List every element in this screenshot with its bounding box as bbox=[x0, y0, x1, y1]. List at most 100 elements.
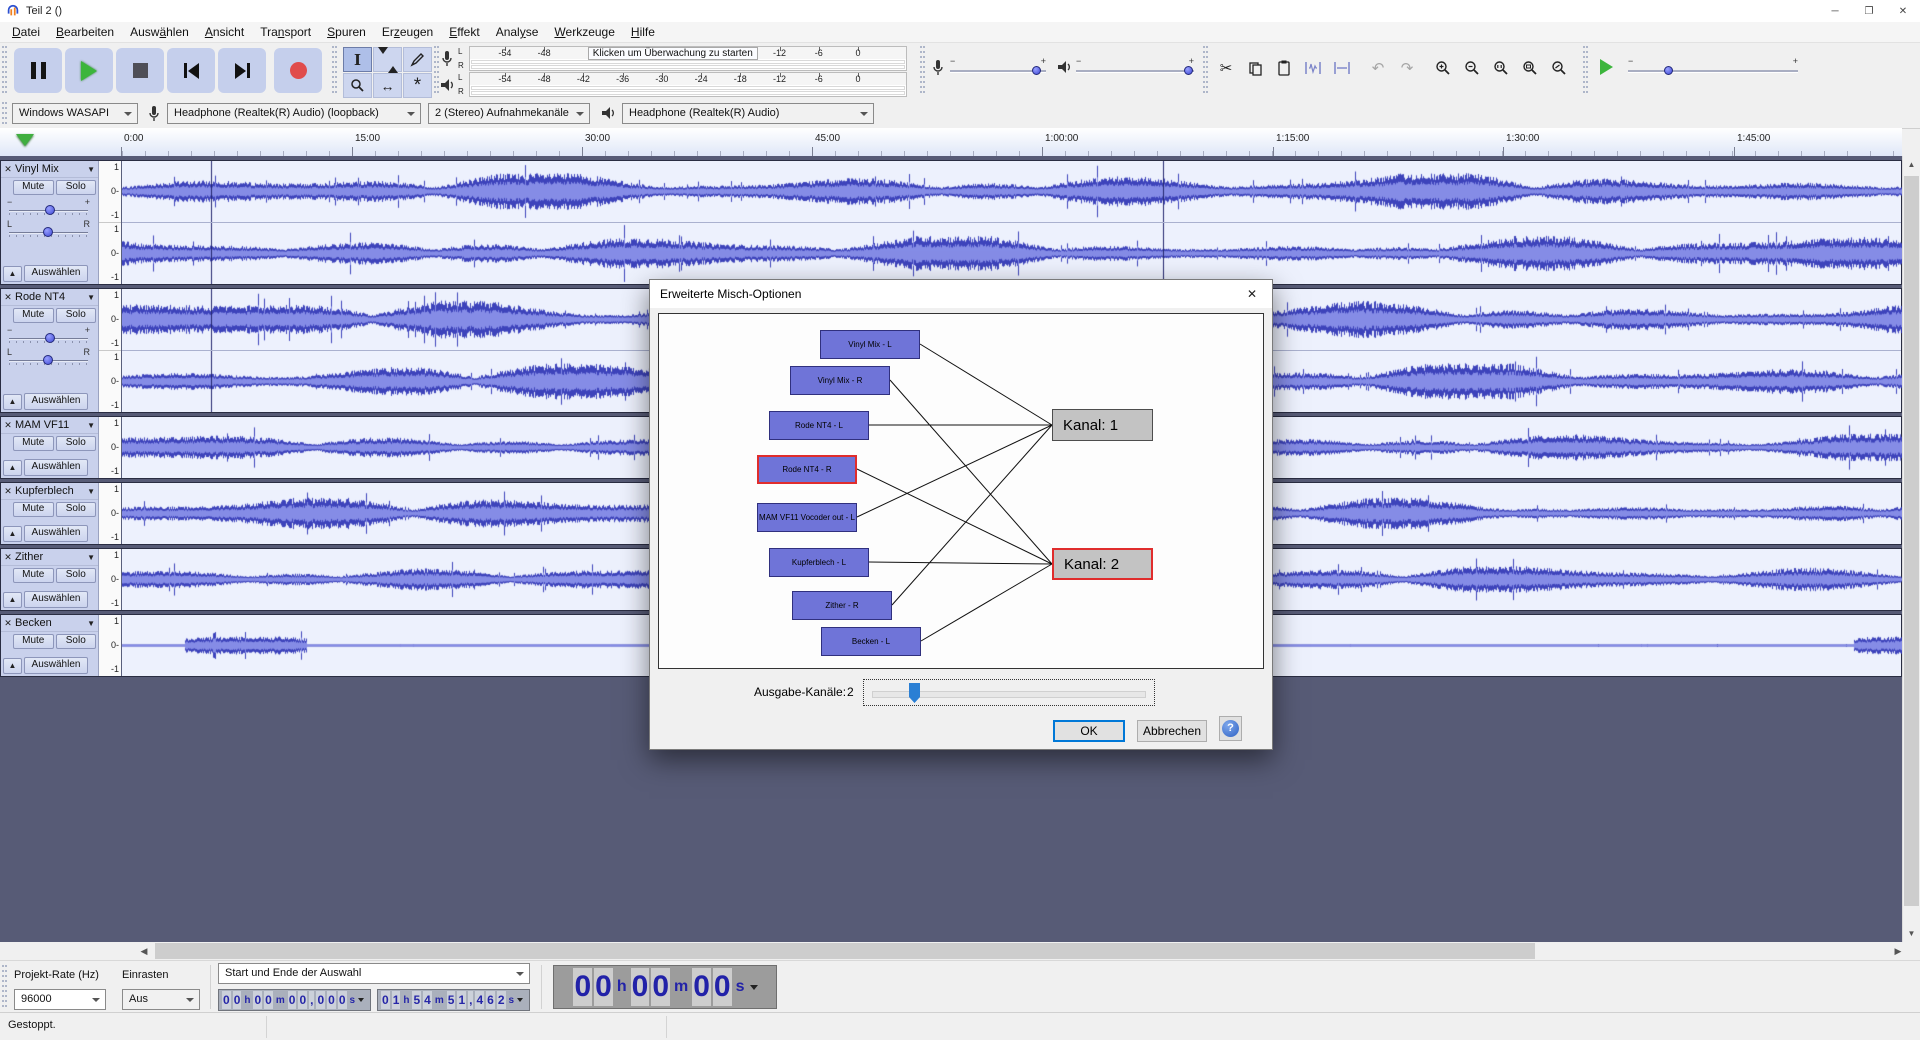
time-digit[interactable]: s bbox=[350, 995, 356, 1006]
draw-tool-button[interactable] bbox=[403, 47, 432, 72]
help-button[interactable]: ? bbox=[1219, 716, 1242, 741]
playback-volume-thumb[interactable] bbox=[1184, 66, 1193, 75]
stop-button[interactable] bbox=[116, 48, 164, 93]
time-digit[interactable]: s bbox=[736, 978, 745, 996]
minimize-button[interactable]: ─ bbox=[1818, 0, 1852, 22]
zoom-in-button[interactable] bbox=[1430, 56, 1456, 80]
horizontal-scrollbar[interactable]: ◀ ▶ bbox=[0, 942, 1920, 960]
vertical-scroll-thumb[interactable] bbox=[1904, 176, 1919, 906]
vertical-ruler[interactable]: 10--110--1 bbox=[99, 161, 122, 284]
recording-meter[interactable]: LR -54-48-12-60 Klicken um Überwachung z… bbox=[436, 46, 907, 71]
time-digit[interactable]: 1 bbox=[457, 991, 466, 1009]
close-track-button[interactable]: ✕ bbox=[1, 164, 15, 175]
vertical-ruler[interactable]: 10--1 bbox=[99, 549, 122, 610]
track-node-6[interactable]: Kupferblech - L bbox=[769, 548, 869, 577]
collapse-track-button[interactable]: ▲ bbox=[3, 394, 22, 410]
play-button[interactable] bbox=[65, 48, 113, 93]
collapse-track-button[interactable]: ▲ bbox=[3, 526, 22, 542]
time-digit[interactable]: h bbox=[244, 995, 250, 1006]
silence-audio-button[interactable] bbox=[1329, 56, 1355, 80]
menu-item-werkzeuge[interactable]: Werkzeuge bbox=[546, 23, 622, 41]
time-digit[interactable]: s bbox=[509, 995, 515, 1006]
collapse-track-button[interactable]: ▲ bbox=[3, 592, 22, 608]
close-button[interactable]: ✕ bbox=[1886, 0, 1920, 22]
time-shift-tool-button[interactable]: ↔ bbox=[373, 73, 402, 98]
time-digit[interactable]: 0 bbox=[573, 968, 592, 1006]
pan-slider[interactable]: LR bbox=[7, 219, 90, 240]
output-channels-slider[interactable] bbox=[863, 679, 1155, 706]
selection-end-time[interactable]: 01h54m51,462s bbox=[377, 989, 530, 1011]
track-name[interactable]: Becken bbox=[15, 617, 87, 629]
channel-node-1[interactable]: Kanal: 1 bbox=[1052, 409, 1153, 441]
zoom-out-button[interactable] bbox=[1459, 56, 1485, 80]
cut-button[interactable]: ✂ bbox=[1213, 56, 1239, 80]
playhead-pin-icon[interactable] bbox=[16, 134, 34, 146]
gain-thumb[interactable] bbox=[45, 205, 55, 215]
track-name[interactable]: Zither bbox=[15, 551, 87, 563]
dialog-title-bar[interactable]: Erweiterte Misch-Optionen ✕ bbox=[650, 280, 1272, 308]
playback-meter[interactable]: LR -54-48-42-36-30-24-18-12-60 bbox=[436, 72, 907, 97]
vertical-ruler[interactable]: 10--1 bbox=[99, 483, 122, 544]
select-track-button[interactable]: Auswählen bbox=[24, 459, 88, 476]
track-control-panel[interactable]: ✕MAM VF11▼MuteSolo▲Auswählen bbox=[1, 417, 99, 478]
track-name[interactable]: Vinyl Mix bbox=[15, 163, 87, 175]
project-rate-select[interactable]: 96000 bbox=[14, 989, 106, 1010]
vertical-ruler[interactable]: 10--1 bbox=[99, 615, 122, 676]
select-track-button[interactable]: Auswählen bbox=[24, 265, 88, 282]
solo-button[interactable]: Solo bbox=[56, 568, 97, 583]
menu-item-ansicht[interactable]: Ansicht bbox=[197, 23, 252, 41]
time-digit[interactable]: 0 bbox=[316, 991, 325, 1009]
track-menu-chevron-icon[interactable]: ▼ bbox=[87, 487, 98, 496]
gain-slider[interactable]: −+ bbox=[7, 197, 90, 218]
pan-thumb[interactable] bbox=[43, 355, 53, 365]
pan-slider[interactable]: LR bbox=[7, 347, 90, 368]
channel-node-2[interactable]: Kanal: 2 bbox=[1052, 548, 1153, 580]
waveform-canvas[interactable] bbox=[122, 161, 1902, 222]
time-digit[interactable]: 0 bbox=[264, 991, 273, 1009]
time-digit[interactable]: 2 bbox=[497, 991, 506, 1009]
menu-item-datei[interactable]: Datei bbox=[4, 23, 48, 41]
audio-position-time[interactable]: 00h00m00s bbox=[553, 965, 777, 1009]
time-digit[interactable]: 0 bbox=[253, 991, 262, 1009]
mute-button[interactable]: Mute bbox=[13, 436, 54, 451]
track-control-panel[interactable]: ✕Zither▼MuteSolo▲Auswählen bbox=[1, 549, 99, 610]
toolbar-grip[interactable] bbox=[920, 46, 926, 96]
ok-button[interactable]: OK bbox=[1053, 720, 1125, 742]
menu-item-auswählen[interactable]: Auswählen bbox=[122, 23, 197, 41]
track-node-2[interactable]: Vinyl Mix - R bbox=[790, 366, 890, 395]
pan-thumb[interactable] bbox=[43, 227, 53, 237]
zoom-fit-button[interactable] bbox=[1517, 56, 1543, 80]
track-control-panel[interactable]: ✕Vinyl Mix▼MuteSolo−+LR▲Auswählen bbox=[1, 161, 99, 284]
track-name[interactable]: MAM VF11 bbox=[15, 419, 87, 431]
close-track-button[interactable]: ✕ bbox=[1, 618, 15, 629]
play-speed-slider[interactable]: −+ bbox=[1628, 57, 1798, 76]
track-node-4[interactable]: Rode NT4 - R bbox=[757, 455, 857, 484]
track-control-panel[interactable]: ✕Rode NT4▼MuteSolo−+LR▲Auswählen bbox=[1, 289, 99, 412]
mute-button[interactable]: Mute bbox=[13, 308, 54, 323]
close-track-button[interactable]: ✕ bbox=[1, 552, 15, 563]
time-digit[interactable]: 4 bbox=[475, 991, 484, 1009]
time-digit[interactable]: , bbox=[309, 991, 314, 1009]
track-menu-chevron-icon[interactable]: ▼ bbox=[87, 553, 98, 562]
select-track-button[interactable]: Auswählen bbox=[24, 393, 88, 410]
zoom-selection-button[interactable] bbox=[1488, 56, 1514, 80]
track-node-3[interactable]: Rode NT4 - L bbox=[769, 411, 869, 440]
recording-channels-select[interactable]: 2 (Stereo) Aufnahmekanäle bbox=[428, 103, 590, 124]
chevron-down-icon[interactable] bbox=[517, 998, 523, 1002]
vertical-ruler[interactable]: 10--110--1 bbox=[99, 289, 122, 412]
time-digit[interactable]: m bbox=[674, 978, 688, 996]
track-node-5[interactable]: MAM VF11 Vocoder out - L bbox=[757, 503, 857, 532]
timeline-ruler[interactable]: 0:0015:0030:0045:001:00:001:15:001:30:00… bbox=[0, 128, 1902, 157]
selection-start-time[interactable]: 00h00m00,000s bbox=[218, 989, 371, 1011]
scroll-down-arrow[interactable]: ▼ bbox=[1903, 925, 1920, 942]
select-track-button[interactable]: Auswählen bbox=[24, 657, 88, 674]
collapse-track-button[interactable]: ▲ bbox=[3, 658, 22, 674]
redo-button[interactable]: ↷ bbox=[1394, 56, 1420, 80]
chevron-down-icon[interactable] bbox=[750, 985, 758, 990]
time-digit[interactable]: h bbox=[617, 978, 627, 996]
menu-item-transport[interactable]: Transport bbox=[252, 23, 319, 41]
record-button[interactable] bbox=[274, 48, 322, 93]
mute-button[interactable]: Mute bbox=[13, 634, 54, 649]
mute-button[interactable]: Mute bbox=[13, 180, 54, 195]
toolbar-grip[interactable] bbox=[2, 46, 8, 96]
